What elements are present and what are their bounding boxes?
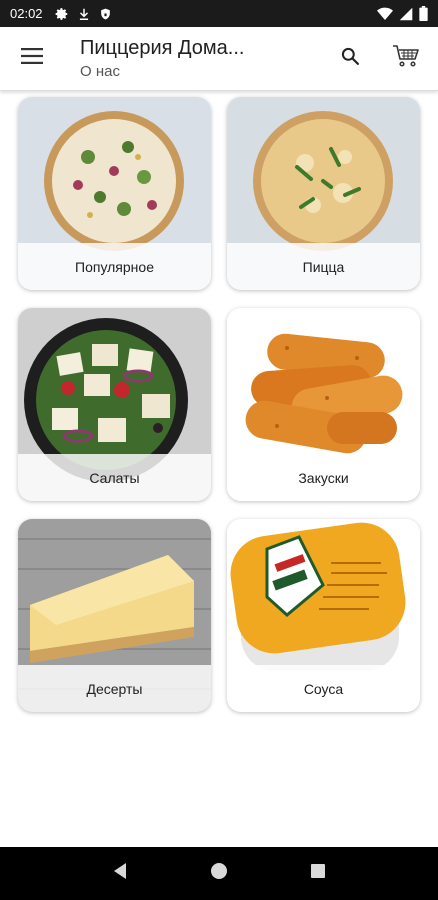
- system-navigation-bar: [0, 847, 438, 900]
- status-bar: 02:02: [0, 0, 438, 27]
- home-icon: [210, 862, 228, 885]
- search-button[interactable]: [322, 27, 378, 91]
- category-label: Популярное: [75, 258, 154, 275]
- back-icon: [112, 862, 128, 885]
- settings-icon: [55, 7, 69, 21]
- wifi-icon: [377, 7, 393, 21]
- home-button[interactable]: [199, 854, 239, 894]
- battery-icon: [419, 6, 428, 21]
- category-card-snacks[interactable]: Закуски: [227, 308, 420, 501]
- page-title: Пиццерия Дома...: [80, 36, 245, 59]
- shield-icon: [99, 7, 112, 21]
- card-label-band: Закуски: [227, 454, 420, 501]
- page-subtitle: О нас: [80, 62, 120, 80]
- category-card-sauces[interactable]: Соуса: [227, 519, 420, 712]
- app-bar-titles: Пиццерия Дома... О нас: [64, 36, 322, 82]
- status-time: 02:02: [10, 6, 43, 21]
- category-card-desserts[interactable]: Десерты: [18, 519, 211, 712]
- hamburger-menu-icon: [21, 48, 43, 69]
- back-button[interactable]: [100, 854, 140, 894]
- card-label-band: Пицца: [227, 243, 420, 290]
- category-card-popular[interactable]: Популярное: [18, 97, 211, 290]
- category-label: Закуски: [298, 469, 349, 486]
- app-bar: Пиццерия Дома... О нас: [0, 27, 438, 91]
- card-label-band: Популярное: [18, 243, 211, 290]
- category-label: Пицца: [302, 258, 345, 275]
- card-label-band: Соуса: [227, 665, 420, 712]
- card-label-band: Десерты: [18, 665, 211, 712]
- category-grid: Популярное Пицца Салаты Закуски Десерты …: [18, 97, 420, 712]
- category-label: Десерты: [86, 680, 143, 697]
- menu-button[interactable]: [0, 27, 64, 91]
- category-label: Салаты: [89, 469, 140, 486]
- search-icon: [340, 46, 360, 71]
- signal-icon: [399, 7, 413, 21]
- download-icon: [77, 7, 91, 21]
- recents-button[interactable]: [298, 854, 338, 894]
- category-label: Соуса: [303, 680, 344, 697]
- cart-icon: [392, 44, 420, 73]
- cart-button[interactable]: [378, 27, 434, 91]
- card-label-band: Салаты: [18, 454, 211, 501]
- recents-icon: [310, 863, 326, 884]
- category-card-pizza[interactable]: Пицца: [227, 97, 420, 290]
- category-card-salads[interactable]: Салаты: [18, 308, 211, 501]
